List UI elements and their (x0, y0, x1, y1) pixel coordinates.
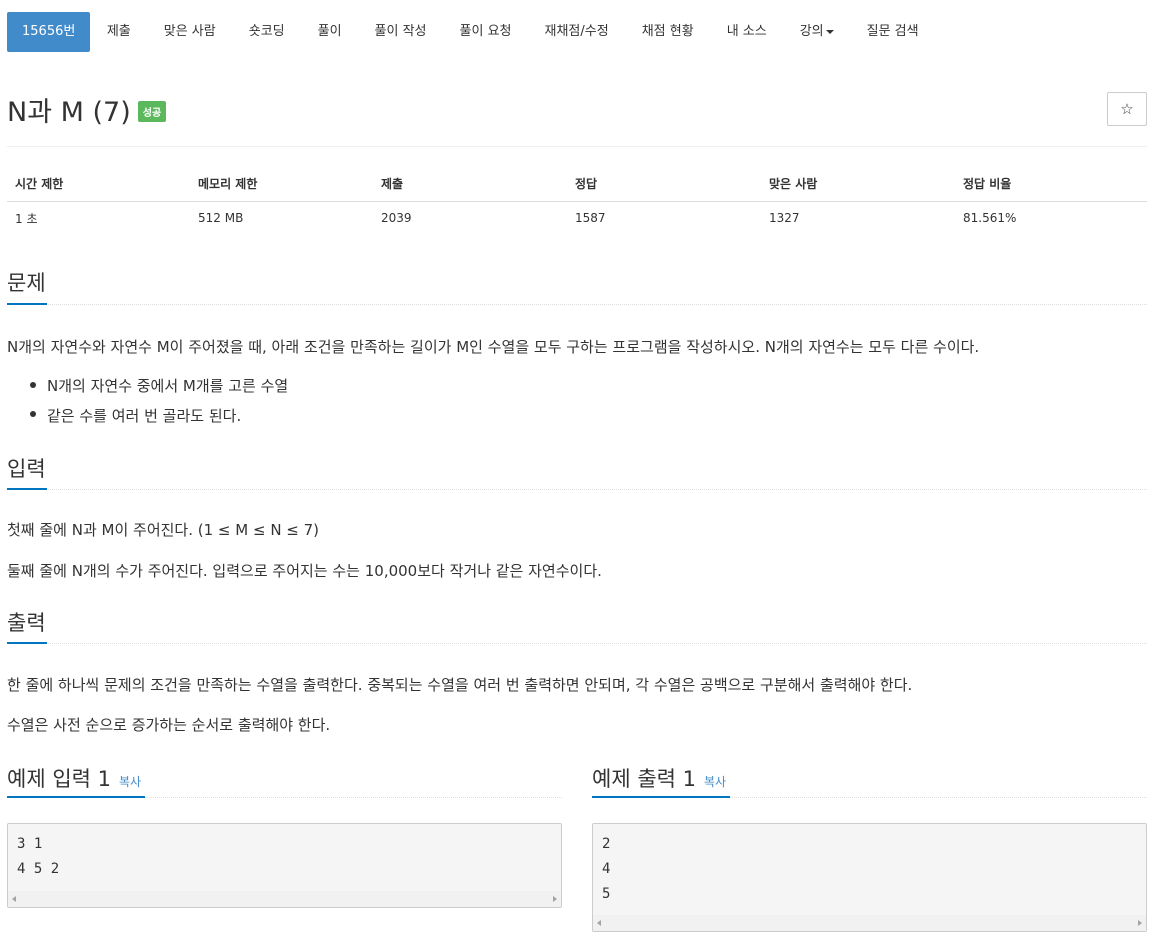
memory-limit-value: 512 MB (198, 211, 244, 226)
tab-lectures-label: 강의 (799, 24, 824, 39)
section-divider (7, 304, 1147, 305)
sample-output-header: 예제 출력 1 복사 (592, 763, 726, 793)
copy-output-link[interactable]: 복사 (704, 775, 726, 789)
tab-request-solution[interactable]: 풀이 요청 (443, 12, 528, 52)
bullet-icon (30, 411, 36, 417)
sample-input-header: 예제 입력 1 복사 (7, 763, 141, 793)
problem-info-table: 시간 제한 메모리 제한 제출 정답 맞은 사람 정답 비율 1 초 512 M… (7, 167, 1147, 235)
tab-solutions[interactable]: 풀이 (301, 12, 358, 52)
section-title-output: 출력 (7, 611, 46, 635)
sample-input-title: 예제 입력 1 (7, 767, 111, 791)
accept-ratio-value: 81.561% (963, 211, 1017, 226)
scroll-right-icon[interactable] (553, 896, 557, 902)
table-header-row: 시간 제한 메모리 제한 제출 정답 맞은 사람 정답 비율 (7, 167, 1147, 202)
copy-input-link[interactable]: 복사 (119, 775, 141, 789)
output-description-2: 수열은 사전 순으로 증가하는 순서로 출력해야 한다. (7, 716, 331, 734)
divider (7, 146, 1147, 147)
tab-my-source[interactable]: 내 소스 (710, 12, 783, 52)
page-title: N과 M (7) (7, 97, 131, 128)
section-accent-bar (7, 796, 145, 798)
section-divider (7, 643, 1147, 644)
problem-menu: 15656번 제출 맞은 사람 숏코딩 풀이 풀이 작성 풀이 요청 재채점/수… (7, 12, 935, 52)
header-time-limit: 시간 제한 (7, 167, 190, 202)
tab-question-search[interactable]: 질문 검색 (850, 12, 935, 52)
tab-short-coding[interactable]: 숏코딩 (232, 12, 301, 52)
section-divider (7, 489, 1147, 490)
sample-input-box[interactable]: 3 1 4 5 2 (7, 823, 562, 908)
scroll-left-icon[interactable] (597, 920, 601, 926)
tab-rejudge[interactable]: 재채점/수정 (528, 12, 625, 52)
solved-users-value: 1327 (769, 211, 800, 226)
tab-lectures-dropdown[interactable]: 강의 (783, 12, 850, 52)
section-title-problem: 문제 (7, 271, 46, 295)
bullet-icon (30, 382, 36, 388)
problem-description: N개의 자연수와 자연수 M이 주어졌을 때, 아래 조건을 만족하는 길이가 … (7, 338, 980, 356)
section-title-input: 입력 (7, 457, 46, 481)
header-solved-users: 맞은 사람 (761, 167, 955, 202)
scroll-right-icon[interactable] (1138, 920, 1142, 926)
input-description-1: 첫째 줄에 N과 M이 주어진다. (1 ≤ M ≤ N ≤ 7) (7, 521, 320, 539)
caret-down-icon (825, 29, 834, 34)
tab-problem-number[interactable]: 15656번 (7, 12, 91, 52)
scroll-left-icon[interactable] (12, 896, 16, 902)
input-description-2: 둘째 줄에 N개의 수가 주어진다. 입력으로 주어지는 수는 10,000보다… (7, 562, 602, 580)
section-accent-bar (7, 303, 47, 305)
code-line: 3 1 (17, 836, 43, 852)
code-line: 4 (602, 861, 611, 877)
condition-item: N개의 자연수 중에서 M개를 고른 수열 (47, 377, 289, 395)
code-line: 4 5 2 (17, 861, 60, 877)
horizontal-scrollbar[interactable] (8, 891, 561, 907)
tab-status[interactable]: 채점 현황 (625, 12, 710, 52)
star-icon: ☆ (1120, 100, 1134, 118)
section-accent-bar (7, 642, 47, 644)
tab-submit[interactable]: 제출 (90, 12, 147, 52)
header-accept-ratio: 정답 비율 (955, 167, 1147, 202)
accepted-value: 1587 (575, 211, 606, 226)
sample-output-title: 예제 출력 1 (592, 767, 696, 791)
favorite-star-button[interactable]: ☆ (1107, 92, 1147, 126)
condition-item: 같은 수를 여러 번 골라도 된다. (47, 407, 242, 425)
header-accepted: 정답 (567, 167, 761, 202)
code-line: 5 (602, 886, 611, 902)
sample-output-box[interactable]: 2 4 5 (592, 823, 1147, 932)
output-description-1: 한 줄에 하나씩 문제의 조건을 만족하는 수열을 출력한다. 중복되는 수열을… (7, 676, 913, 694)
table-row: 1 초 512 MB 2039 1587 1327 81.561% (7, 201, 1147, 235)
header-memory-limit: 메모리 제한 (190, 167, 373, 202)
time-limit-value: 1 초 (15, 211, 38, 226)
header-submissions: 제출 (373, 167, 567, 202)
code-line: 2 (602, 836, 611, 852)
submissions-value: 2039 (381, 211, 412, 226)
horizontal-scrollbar[interactable] (593, 915, 1146, 931)
section-accent-bar (592, 796, 730, 798)
tab-solved-users[interactable]: 맞은 사람 (147, 12, 232, 52)
section-accent-bar (7, 488, 47, 490)
tab-write-solution[interactable]: 풀이 작성 (358, 12, 443, 52)
problem-header: N과 M (7) 성공 (7, 90, 167, 129)
status-badge: 성공 (137, 101, 167, 122)
